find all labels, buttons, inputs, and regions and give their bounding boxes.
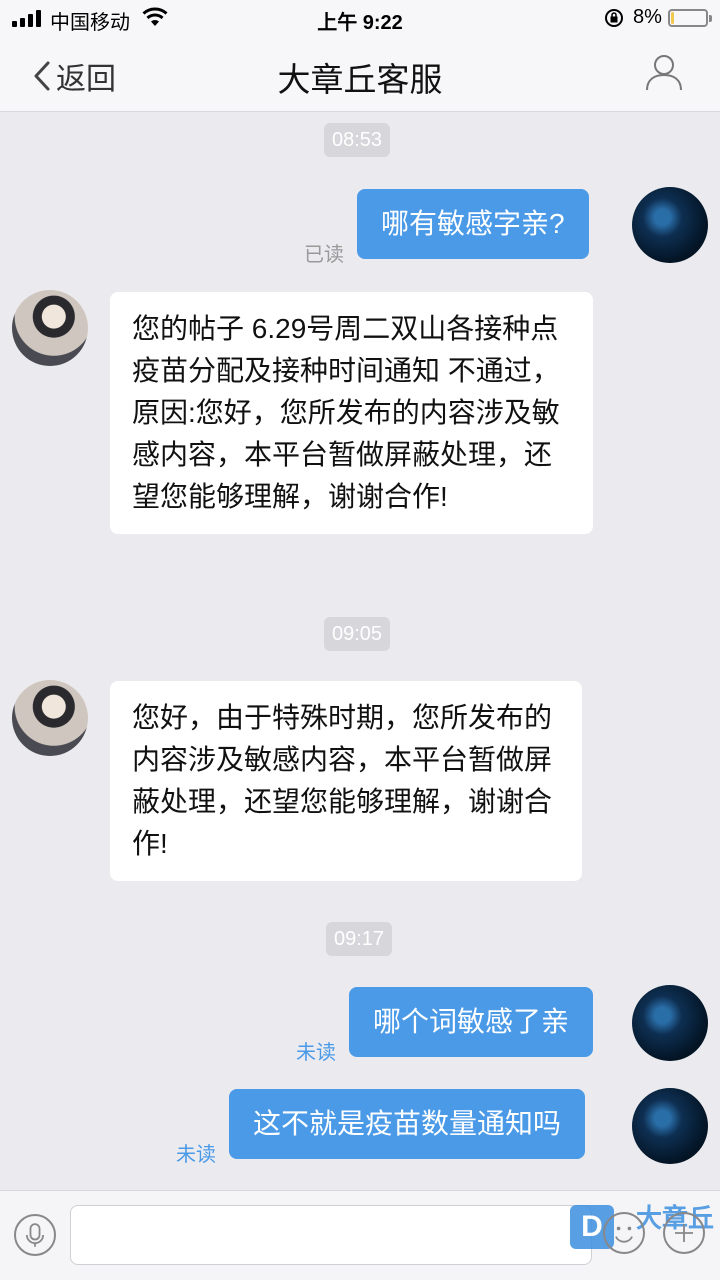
back-button[interactable]: 返回 <box>32 54 116 98</box>
status-bar: 中国移动 上午 9:22 8% <box>0 0 720 36</box>
my-avatar[interactable] <box>632 187 708 263</box>
chat-area[interactable]: 08:53 已读 哪有敏感字亲? 您的帖子 6.29号周二双山各接种点疫苗分配及… <box>0 112 720 1190</box>
read-status: 未读 <box>296 1042 336 1064</box>
outgoing-message[interactable]: 这不就是疫苗数量通知吗 <box>229 1089 586 1159</box>
input-bar: D 大章丘 <box>0 1190 720 1280</box>
chevron-left-icon <box>34 61 50 91</box>
timestamp: 09:17 <box>326 922 393 956</box>
incoming-message[interactable]: 您好，由于特殊时期，您所发布的内容涉及敏感内容，本平台暂做屏蔽处理，还望您能够理… <box>110 681 582 881</box>
agent-avatar[interactable] <box>12 290 88 366</box>
battery-icon <box>668 9 712 27</box>
navigation-bar: 返回 大章丘客服 <box>0 36 720 112</box>
battery-percent: 8% <box>633 6 662 28</box>
message-input[interactable] <box>70 1205 592 1265</box>
timestamp: 09:05 <box>324 617 391 651</box>
outgoing-message[interactable]: 哪有敏感字亲? <box>357 189 589 259</box>
timestamp: 08:53 <box>324 123 391 157</box>
agent-avatar[interactable] <box>12 680 88 756</box>
battery-level <box>671 12 674 24</box>
back-label: 返回 <box>56 63 116 96</box>
plus-icon[interactable] <box>663 1212 705 1254</box>
my-avatar[interactable] <box>632 985 708 1061</box>
microphone-icon[interactable] <box>14 1214 56 1256</box>
incoming-message[interactable]: 您的帖子 6.29号周二双山各接种点疫苗分配及接种时间通知 不通过，原因:您好，… <box>110 292 593 534</box>
read-status: 已读 <box>304 244 344 266</box>
read-status: 未读 <box>176 1144 216 1166</box>
rotation-lock-icon <box>605 9 623 27</box>
outgoing-message[interactable]: 哪个词敏感了亲 <box>349 987 594 1057</box>
profile-icon[interactable] <box>644 52 684 92</box>
emoji-icon[interactable] <box>603 1212 645 1254</box>
my-avatar[interactable] <box>632 1088 708 1164</box>
